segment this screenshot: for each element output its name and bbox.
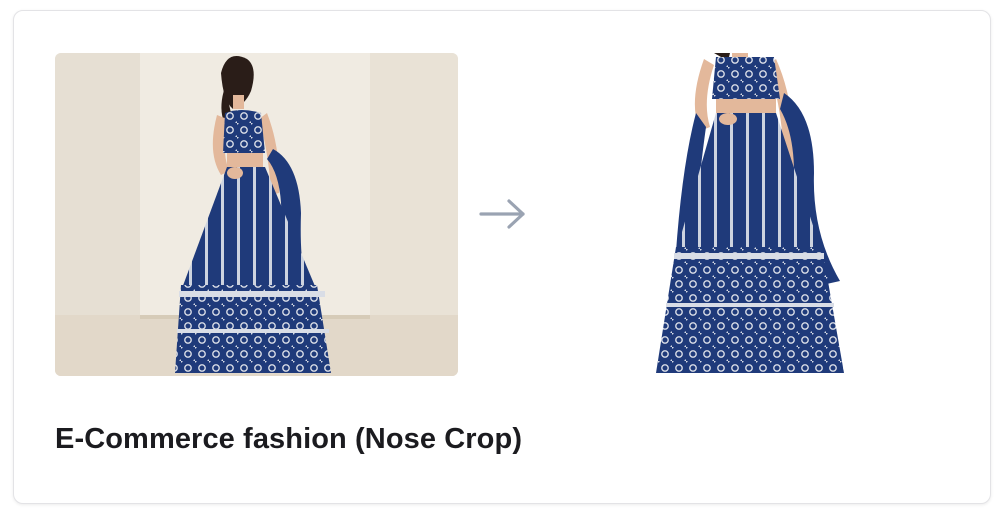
- example-card: E-Commerce fashion (Nose Crop): [13, 10, 991, 504]
- card-caption: E-Commerce fashion (Nose Crop): [55, 423, 523, 455]
- original-photo: [55, 53, 458, 376]
- cropped-photo: [644, 53, 854, 376]
- arrow-right-icon: [478, 197, 528, 231]
